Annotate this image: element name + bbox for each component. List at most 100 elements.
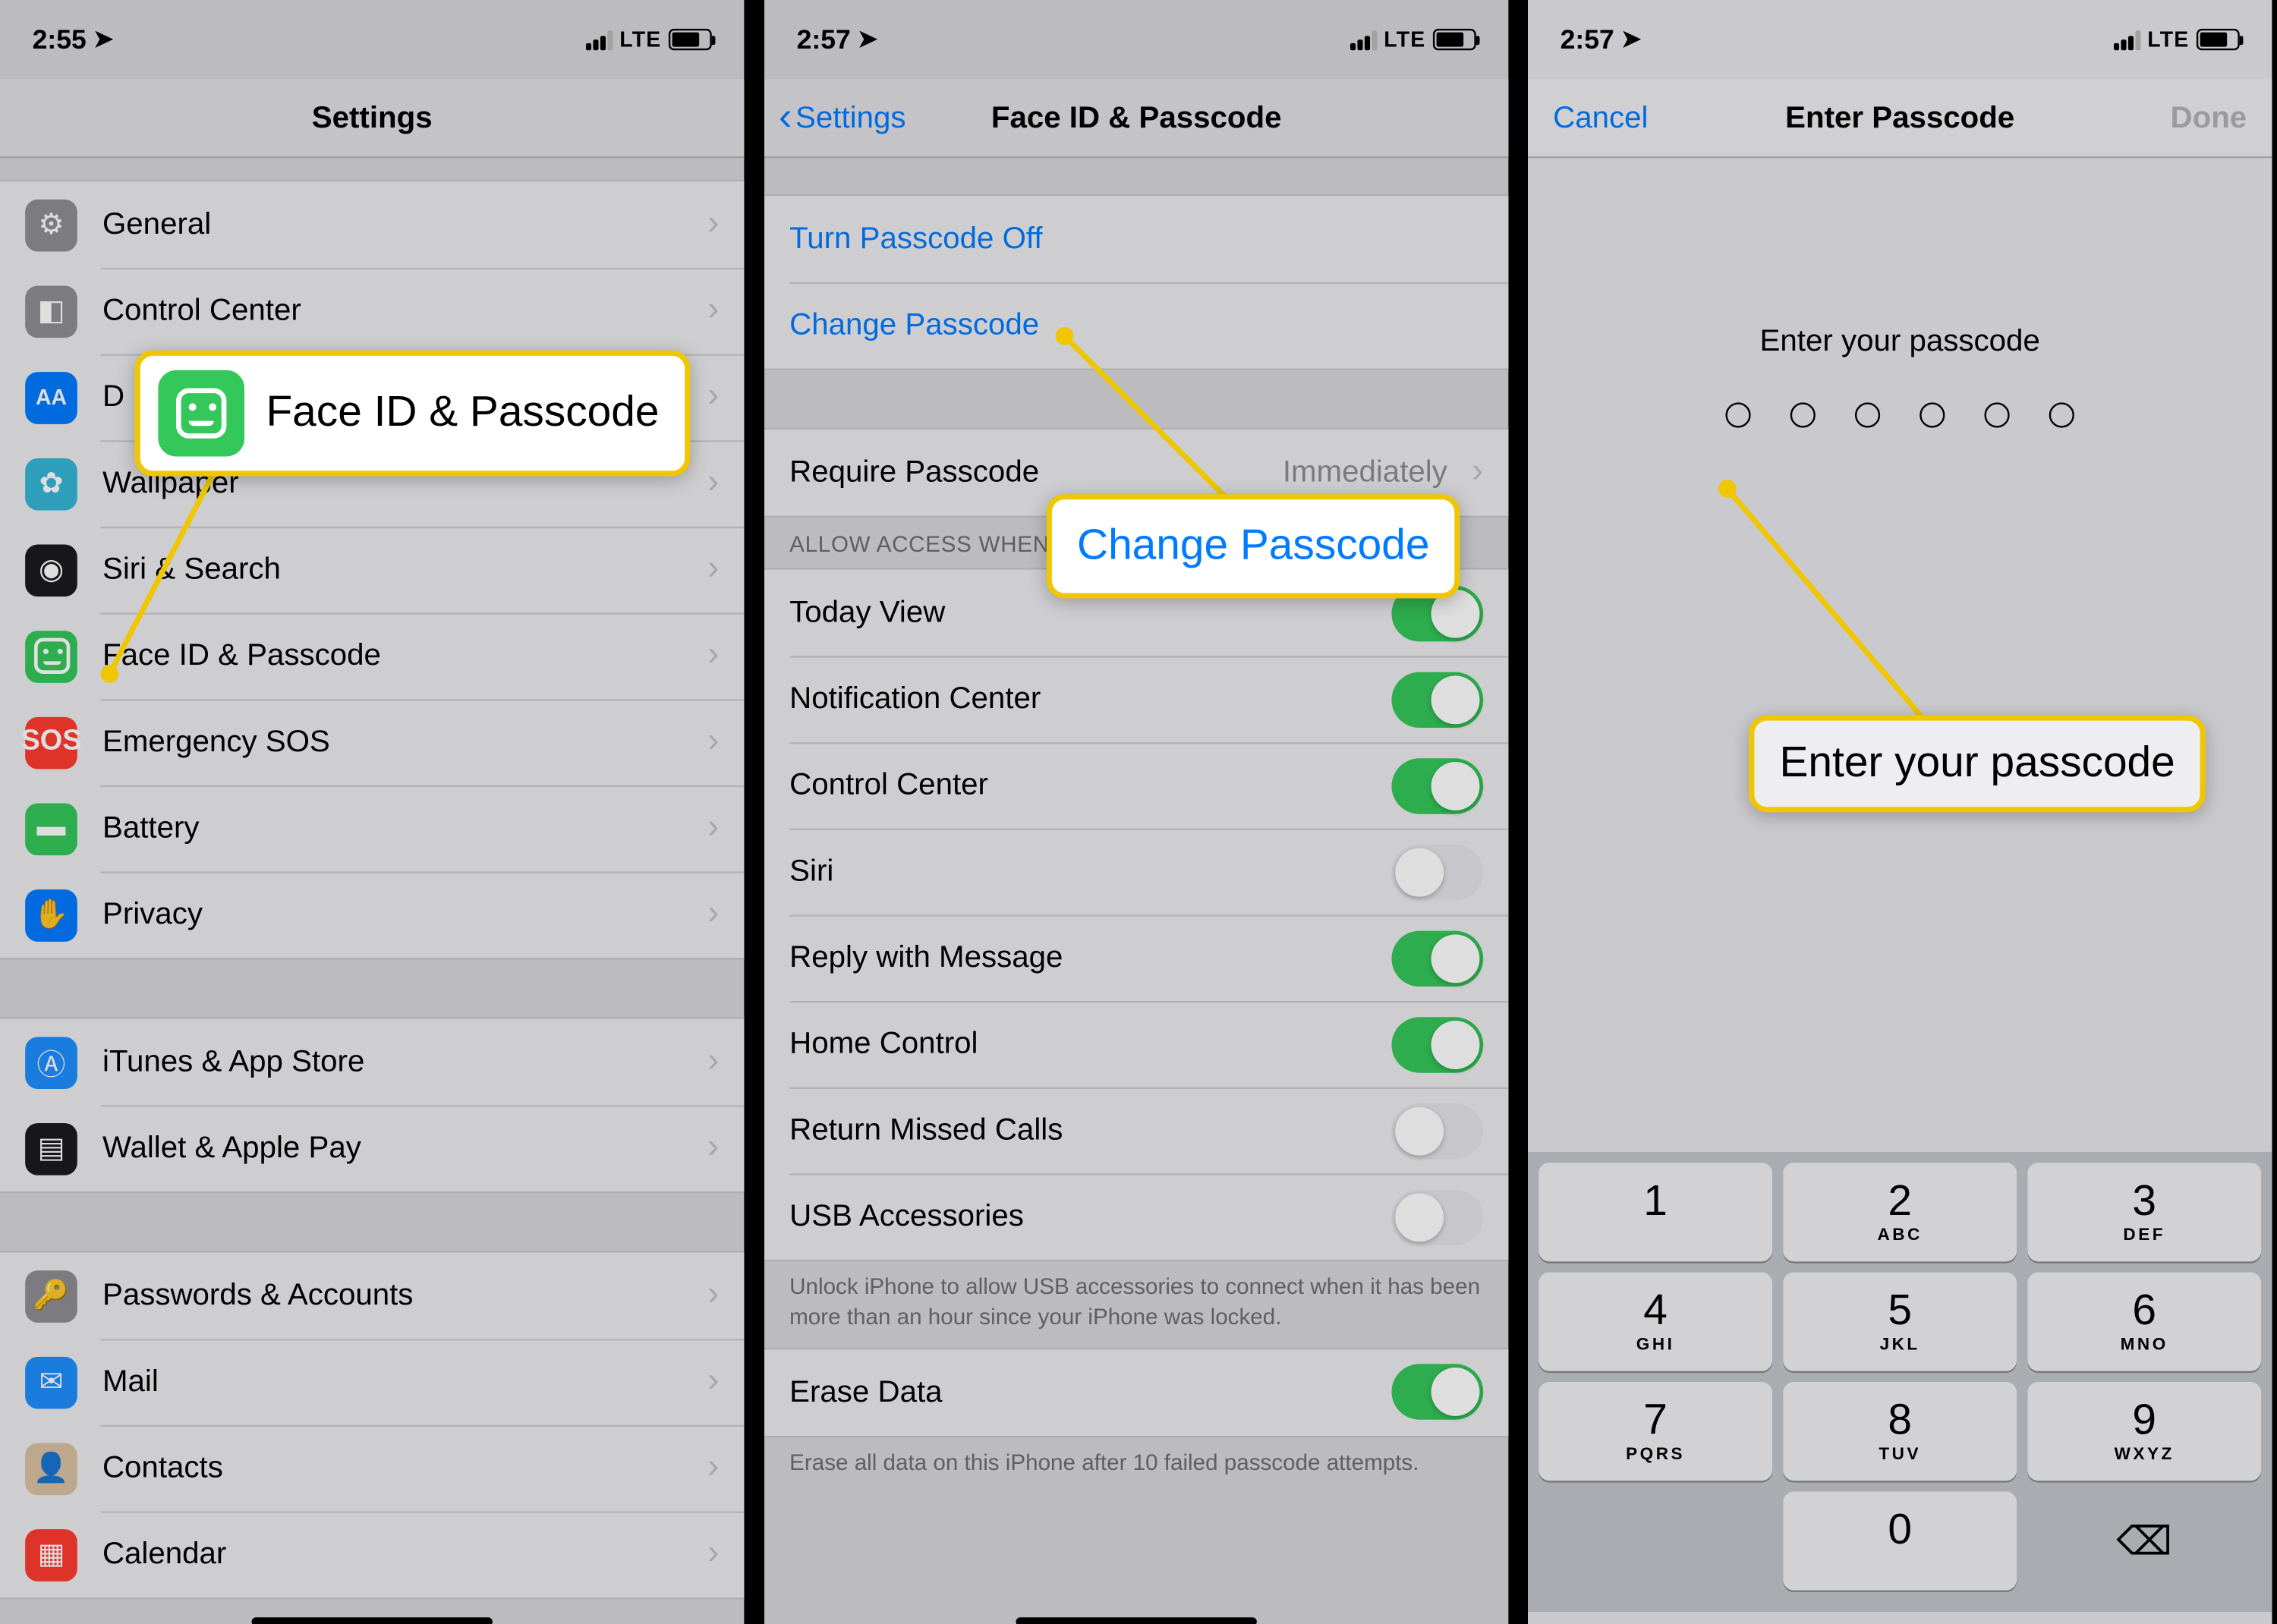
location-arrow-icon: ➤: [93, 25, 113, 54]
chevron-right-icon: ›: [707, 1362, 719, 1402]
keypad-key-4[interactable]: 4GHI: [1539, 1273, 1773, 1371]
allow-access-header: ALLOW ACCESS WHEN LOCKED:: [764, 518, 1508, 568]
page-title: Settings: [312, 99, 433, 135]
chevron-right-icon: ›: [707, 1449, 719, 1488]
toggle[interactable]: [1391, 757, 1483, 813]
toggle-row-today-view[interactable]: Today View: [764, 570, 1508, 656]
settings-item-contacts[interactable]: 👤Contacts›: [0, 1425, 744, 1512]
toggle[interactable]: [1391, 1188, 1483, 1244]
chevron-right-icon: ›: [707, 722, 719, 762]
settings-item-display[interactable]: AAD›: [0, 354, 744, 440]
navbar: Settings: [0, 79, 744, 158]
settings-item-control-center[interactable]: ◧Control Center›: [0, 268, 744, 354]
usb-footer: Unlock iPhone to allow USB accessories t…: [764, 1261, 1508, 1347]
change-passcode-button[interactable]: Change Passcode: [764, 282, 1508, 369]
keypad-key-9[interactable]: 9WXYZ: [2028, 1382, 2262, 1481]
keypad-key-2[interactable]: 2ABC: [1784, 1163, 2017, 1261]
require-value: Immediately: [1283, 455, 1447, 490]
home-indicator[interactable]: [1016, 1617, 1256, 1624]
chevron-right-icon: ›: [707, 1042, 719, 1081]
keypad-key-6[interactable]: 6MNO: [2028, 1273, 2262, 1371]
settings-item-passwords[interactable]: 🔑Passwords & Accounts›: [0, 1252, 744, 1339]
settings-item-calendar[interactable]: ▦Calendar›: [0, 1511, 744, 1597]
settings-item-mail[interactable]: ✉︎Mail›: [0, 1339, 744, 1425]
chevron-right-icon: ›: [707, 291, 719, 331]
keypad-key-1[interactable]: 1: [1539, 1163, 1773, 1261]
keypad-key-3[interactable]: 3DEF: [2028, 1163, 2262, 1261]
toggle[interactable]: [1391, 844, 1483, 899]
keypad-delete[interactable]: ⌫: [2028, 1491, 2262, 1590]
chevron-right-icon: ›: [1472, 453, 1483, 493]
toggle[interactable]: [1391, 585, 1483, 640]
settings-item-privacy[interactable]: ✋Privacy›: [0, 871, 744, 958]
require-passcode-row[interactable]: Require Passcode Immediately ›: [764, 430, 1508, 516]
done-button[interactable]: Done: [2171, 99, 2247, 135]
back-button[interactable]: ‹Settings: [779, 99, 906, 137]
status-bar: 2:57 ➤ LTE: [764, 0, 1508, 79]
sos-icon: SOS: [25, 716, 77, 769]
clock: 2:57: [796, 24, 850, 55]
passcode-prompt: Enter your passcode: [1528, 323, 2272, 359]
settings-item-wallpaper[interactable]: ✿Wallpaper›: [0, 440, 744, 527]
keypad-key-7[interactable]: 7PQRS: [1539, 1382, 1773, 1481]
toggle-row-control-center[interactable]: Control Center: [764, 742, 1508, 829]
settings-item-itunes[interactable]: ⒶiTunes & App Store›: [0, 1019, 744, 1106]
home-indicator[interactable]: [252, 1617, 493, 1624]
network-label: LTE: [1384, 27, 1425, 52]
mail-icon: ✉︎: [25, 1356, 77, 1408]
chevron-right-icon: ›: [707, 550, 719, 590]
page-title: Enter Passcode: [1785, 99, 2014, 135]
toggle-row-home-control[interactable]: Home Control: [764, 1001, 1508, 1087]
settings-item-wallet[interactable]: ▤Wallet & Apple Pay›: [0, 1105, 744, 1191]
chevron-right-icon: ›: [707, 205, 719, 244]
keypad-key-8[interactable]: 8TUV: [1784, 1382, 2017, 1481]
siri-icon: ◉: [25, 543, 77, 596]
faceid-icon: [25, 630, 77, 682]
faceid-passcode-screen: 2:57 ➤ LTE ‹Settings Face ID & Passcode …: [764, 0, 1508, 1624]
settings-item-battery[interactable]: ▬Battery›: [0, 785, 744, 872]
battery-settings-icon: ▬: [25, 802, 77, 854]
toggle-row-return-missed-calls[interactable]: Return Missed Calls: [764, 1087, 1508, 1174]
passcode-dots: [1528, 402, 2272, 427]
keypad-key-0[interactable]: 0: [1784, 1491, 2017, 1590]
calendar-icon: ▦: [25, 1528, 77, 1581]
clock: 2:55: [33, 24, 87, 55]
hand-icon: ✋: [25, 889, 77, 941]
chevron-right-icon: ›: [707, 464, 719, 503]
toggle-row-usb-accessories[interactable]: USB Accessories: [764, 1173, 1508, 1260]
location-arrow-icon: ➤: [858, 25, 877, 54]
clock: 2:57: [1561, 24, 1614, 55]
toggle-row-reply-with-message[interactable]: Reply with Message: [764, 914, 1508, 1001]
cancel-button[interactable]: Cancel: [1553, 99, 1648, 135]
gear-icon: ⚙︎: [25, 199, 77, 251]
settings-item-sos[interactable]: SOSEmergency SOS›: [0, 699, 744, 785]
battery-icon: [1433, 29, 1476, 50]
toggle[interactable]: [1391, 930, 1483, 985]
settings-item-faceid[interactable]: Face ID & Passcode›: [0, 612, 744, 699]
erase-data-toggle[interactable]: [1391, 1364, 1483, 1420]
settings-item-siri[interactable]: ◉Siri & Search›: [0, 527, 744, 613]
enter-passcode-screen: 2:57 ➤ LTE Cancel Enter Passcode Done En…: [1528, 0, 2272, 1624]
cellular-signal-icon: [585, 30, 613, 49]
network-label: LTE: [2148, 27, 2190, 52]
settings-item-general[interactable]: ⚙︎General›: [0, 181, 744, 268]
key-icon: 🔑: [25, 1270, 77, 1322]
appstore-icon: Ⓐ: [25, 1036, 77, 1088]
erase-data-row[interactable]: Erase Data: [764, 1349, 1508, 1436]
toggle[interactable]: [1391, 671, 1483, 726]
toggle[interactable]: [1391, 1103, 1483, 1158]
toggle-row-siri[interactable]: Siri: [764, 829, 1508, 915]
keypad-key-5[interactable]: 5JKL: [1784, 1273, 2017, 1371]
turn-passcode-off-button[interactable]: Turn Passcode Off: [764, 196, 1508, 282]
toggle-row-notification-center[interactable]: Notification Center: [764, 656, 1508, 742]
flower-icon: ✿: [25, 458, 77, 510]
cellular-signal-icon: [1350, 30, 1377, 49]
navbar: Cancel Enter Passcode Done: [1528, 79, 2272, 158]
cellular-signal-icon: [2114, 30, 2141, 49]
wallet-icon: ▤: [25, 1122, 77, 1175]
keypad-blank: [1539, 1491, 1773, 1590]
erase-footer: Erase all data on this iPhone after 10 f…: [764, 1437, 1508, 1493]
chevron-right-icon: ›: [707, 809, 719, 848]
toggle[interactable]: [1391, 1016, 1483, 1072]
chevron-left-icon: ‹: [779, 97, 792, 137]
